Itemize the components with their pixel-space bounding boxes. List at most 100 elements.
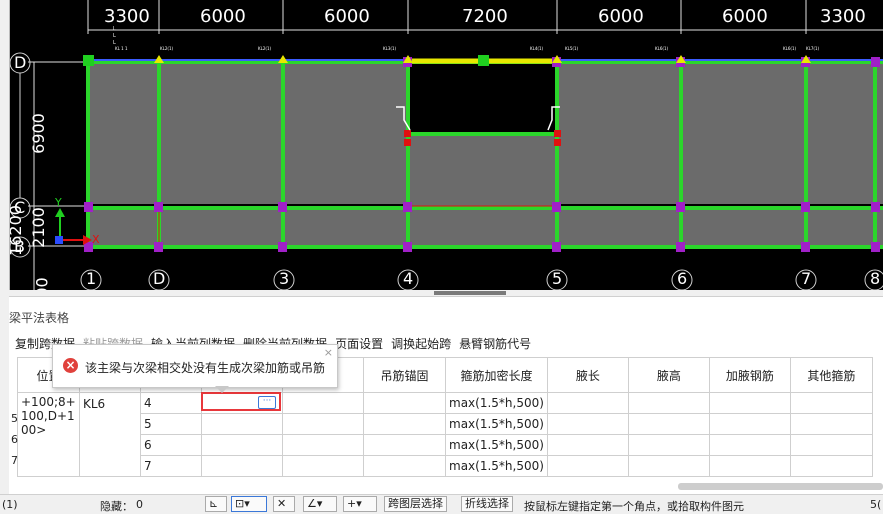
span-cell[interactable]: 5 [140,413,202,435]
svg-text:KL3(1): KL3(1) [383,46,397,51]
cell[interactable] [708,434,791,456]
hidden-label: 隐藏： [100,500,133,513]
ortho-toggle-icon[interactable]: ⊾ [205,496,227,512]
cell[interactable] [201,455,283,477]
cell[interactable] [627,455,710,477]
svg-text:KL6(1): KL6(1) [655,46,669,51]
span-cell[interactable]: 6 [140,434,202,456]
cell[interactable] [363,392,446,414]
splitter-grip[interactable] [434,291,506,295]
cell[interactable] [546,434,629,456]
cell[interactable] [627,434,710,456]
dim-3300-b: 3300 [820,6,866,27]
cad-drawing-area[interactable]: KL 1 1 KL2(1) KL2(1) KL3(1) KL4(1) KL5(1) K… [0,0,883,292]
svg-text:KL5(1): KL5(1) [565,46,579,51]
ucs-x-label: X [92,233,100,246]
cell[interactable] [546,392,629,414]
axis-d: D [153,269,166,288]
cell[interactable] [546,413,629,435]
cell[interactable] [627,413,710,435]
tooltip-tail [215,386,229,393]
name-cell[interactable]: KL6 [79,392,141,477]
select-mode-icon[interactable]: ⊡▾ [231,496,267,512]
cell[interactable] [789,413,873,435]
header-haunch-rebar[interactable]: 加腋钢筋 [708,357,791,393]
stirrup-length-cell[interactable]: max(1.5*h,500) [445,413,548,435]
span-cell[interactable]: 4 [140,392,202,414]
cell[interactable] [789,434,873,456]
cross-select-icon[interactable]: ✕ [273,496,295,512]
polyline-select-button[interactable]: 折线选择 [461,496,513,512]
cell[interactable] [546,455,629,477]
hidden-value: 0 [136,498,143,511]
cell[interactable] [282,392,364,414]
cell[interactable] [363,455,446,477]
cell[interactable] [708,413,791,435]
axis-row-b: B [14,237,25,256]
table-row[interactable]: 5 max(1.5*h,500) [18,413,873,435]
cantilever-rebar-code-button[interactable]: 悬臂钢筋代号 [459,335,531,353]
axis-3: 3 [279,269,290,288]
status-right: 5( [870,498,882,511]
dim-6000-c: 6000 [598,6,644,27]
cell[interactable] [708,455,791,477]
cell[interactable] [201,413,283,435]
table-row[interactable]: 6 max(1.5*h,500) [18,434,873,456]
location-cell[interactable]: +100;8+100,D+100> [17,392,80,477]
cell[interactable] [789,392,873,414]
close-icon[interactable]: × [324,346,333,359]
svg-text:KL4(1): KL4(1) [530,46,544,51]
header-stirrup-length[interactable]: 箍筋加密长度 [445,357,548,393]
status-bar: (1) 隐藏： 0 ⊾ ⊡▾ ✕ ∠▾ +▾ 跨图层选择 折线选择 按鼠标左键指… [0,494,883,514]
cell[interactable] [363,434,446,456]
cell[interactable] [708,392,791,414]
cell[interactable] [282,455,364,477]
axis-8: 8 [870,269,881,288]
error-tooltip: × 该主梁与次梁相交处没有生成次梁加筋或吊筋 × [52,344,338,393]
offset-mode-icon[interactable]: +▾ [343,496,377,512]
stirrup-length-cell[interactable]: max(1.5*h,500) [445,392,548,414]
dimension-labels-top: 3300 6000 6000 7200 6000 6000 3300 [0,0,883,30]
row-marker: 5 [11,412,18,425]
tooltip-message: 该主梁与次梁相交处没有生成次梁加筋或吊筋 [85,361,326,375]
stirrup-length-cell[interactable]: max(1.5*h,500) [445,434,548,456]
axis-row-d: D [14,53,27,72]
row-marker: 7 [11,454,18,467]
axis-5: 5 [552,269,563,288]
svg-text:KL 1 1: KL 1 1 [115,46,128,51]
cell[interactable] [282,434,364,456]
dim-6000-b: 6000 [324,6,370,27]
header-haunch-length[interactable]: 腋长 [546,357,629,393]
row-markers: 5 6 7 [11,412,18,475]
swap-start-span-button[interactable]: 调换起始跨 [391,335,451,353]
horizontal-scrollbar[interactable] [678,483,883,490]
cell[interactable] [282,413,364,435]
cell[interactable] [201,434,283,456]
snap-mode-icon[interactable]: ∠▾ [303,496,337,512]
left-dock-strip [0,0,10,292]
ellipsis-button[interactable]: ··· [258,396,276,409]
axis-row-c: C [14,198,26,217]
cross-layer-select-button[interactable]: 跨图层选择 [384,496,447,512]
plan-drawing[interactable]: KL 1 1 KL2(1) KL2(1) KL3(1) KL4(1) KL5(1) K… [0,0,883,292]
error-icon: × [63,358,78,373]
span-cell[interactable]: 7 [140,455,202,477]
status-left: (1) [2,498,18,511]
cell[interactable] [789,455,873,477]
status-hint: 按鼠标左键指定第一个角点，或拾取构件图元 [524,500,744,513]
page-setup-button[interactable]: 页面设置 [335,335,383,353]
cell[interactable] [627,392,710,414]
header-other-stirrup[interactable]: 其他箍筋 [789,357,873,393]
slab-panels [90,64,883,246]
axis-4: 4 [403,269,414,288]
active-edit-cell[interactable]: ··· [201,392,281,411]
table-row[interactable]: +100;8+100,D+100> KL6 4 max(1.5*h,500) [17,392,873,477]
cell[interactable] [363,413,446,435]
svg-text:KL2(1): KL2(1) [160,46,174,51]
table-row[interactable]: 7 max(1.5*h,500) [18,455,873,477]
header-hanger-anchor[interactable]: 吊筋锚固 [363,357,446,393]
stirrup-length-cell[interactable]: max(1.5*h,500) [445,455,548,477]
header-haunch-height[interactable]: 腋高 [627,357,710,393]
dim-6000-d: 6000 [722,6,768,27]
svg-text:L: L [113,40,116,46]
